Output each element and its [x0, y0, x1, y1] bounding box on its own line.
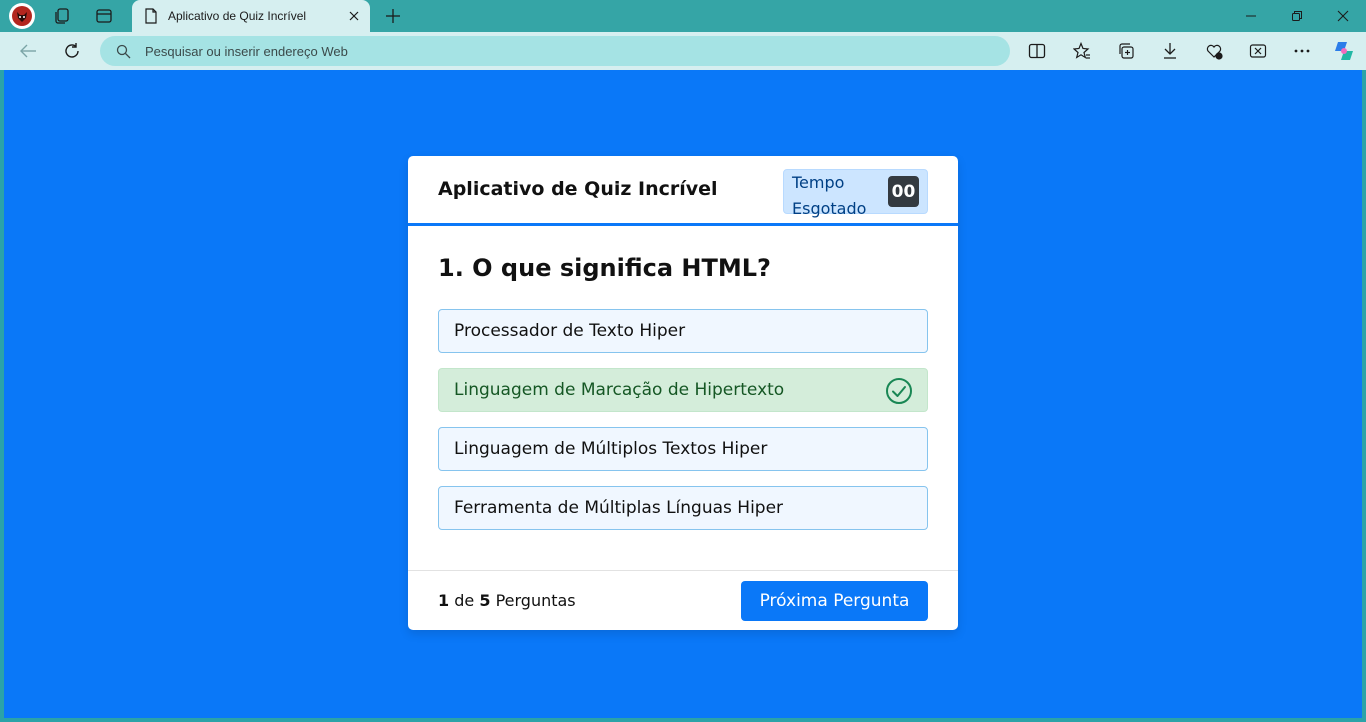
back-icon[interactable]: [14, 38, 42, 64]
split-screen-icon[interactable]: [1023, 38, 1051, 64]
browser-toolbar: Pesquisar ou inserir endereço Web: [0, 32, 1366, 70]
restore-icon[interactable]: [1282, 4, 1312, 28]
option-text: Linguagem de Múltiplos Textos Hiper: [454, 439, 768, 459]
option-text: Ferramenta de Múltiplas Línguas Hiper: [454, 498, 784, 518]
app-title: Aplicativo de Quiz Incrível: [438, 178, 718, 200]
current-question: 1: [438, 591, 450, 610]
minimize-icon[interactable]: [1236, 4, 1266, 28]
option-1[interactable]: Processador de Texto Hiper: [438, 309, 928, 353]
refresh-icon[interactable]: [58, 38, 86, 64]
counter-of: de: [454, 591, 475, 610]
quiz-card: Aplicativo de Quiz Incrível Tempo Esgota…: [408, 156, 958, 630]
workspaces-icon[interactable]: [49, 4, 75, 28]
new-tab-icon[interactable]: [380, 4, 406, 28]
more-options-icon[interactable]: [1288, 38, 1316, 64]
tab-actions-icon[interactable]: [91, 4, 117, 28]
screenshot-icon[interactable]: [1244, 38, 1272, 64]
check-circle-icon: [886, 378, 912, 404]
profile-avatar-icon[interactable]: [9, 3, 35, 29]
search-icon: [116, 44, 131, 58]
total-questions: 5: [479, 591, 491, 610]
favorites-icon[interactable]: [1068, 38, 1096, 64]
page-viewport: Aplicativo de Quiz Incrível Tempo Esgota…: [4, 70, 1362, 718]
option-4[interactable]: Ferramenta de Múltiplas Línguas Hiper: [438, 486, 928, 530]
copilot-icon[interactable]: [1330, 38, 1358, 64]
timer-label: Tempo Esgotado: [792, 173, 867, 218]
browser-tab-bar: Aplicativo de Quiz Incrível: [0, 0, 1366, 32]
option-text: Processador de Texto Hiper: [454, 321, 686, 341]
close-tab-icon[interactable]: [346, 8, 362, 24]
next-question-button[interactable]: Próxima Pergunta: [741, 581, 928, 621]
option-list: Processador de Texto Hiper Linguagem de …: [438, 309, 928, 545]
option-2-correct[interactable]: Linguagem de Marcação de Hipertexto: [438, 368, 928, 412]
option-text: Linguagem de Marcação de Hipertexto: [454, 380, 785, 400]
downloads-icon[interactable]: [1156, 38, 1184, 64]
option-3[interactable]: Linguagem de Múltiplos Textos Hiper: [438, 427, 928, 471]
question-text: 1. O que significa HTML?: [438, 254, 771, 282]
question-counter: 1 de 5 Perguntas: [438, 591, 576, 610]
quiz-footer: 1 de 5 Perguntas Próxima Pergunta: [408, 570, 958, 630]
timer-seconds: 00: [888, 176, 919, 207]
page-icon: [145, 8, 157, 24]
tab-title: Aplicativo de Quiz Incrível: [168, 9, 307, 23]
collections-icon[interactable]: [1112, 38, 1140, 64]
quiz-header: Aplicativo de Quiz Incrível Tempo Esgota…: [408, 156, 958, 226]
tab-active[interactable]: Aplicativo de Quiz Incrível: [132, 0, 370, 32]
close-window-icon[interactable]: [1328, 4, 1358, 28]
timer-box: Tempo Esgotado 00: [783, 169, 928, 218]
address-bar[interactable]: Pesquisar ou inserir endereço Web: [100, 36, 1010, 66]
browser-essentials-icon[interactable]: [1200, 38, 1228, 64]
address-placeholder: Pesquisar ou inserir endereço Web: [145, 43, 348, 59]
counter-label: Perguntas: [495, 591, 576, 610]
